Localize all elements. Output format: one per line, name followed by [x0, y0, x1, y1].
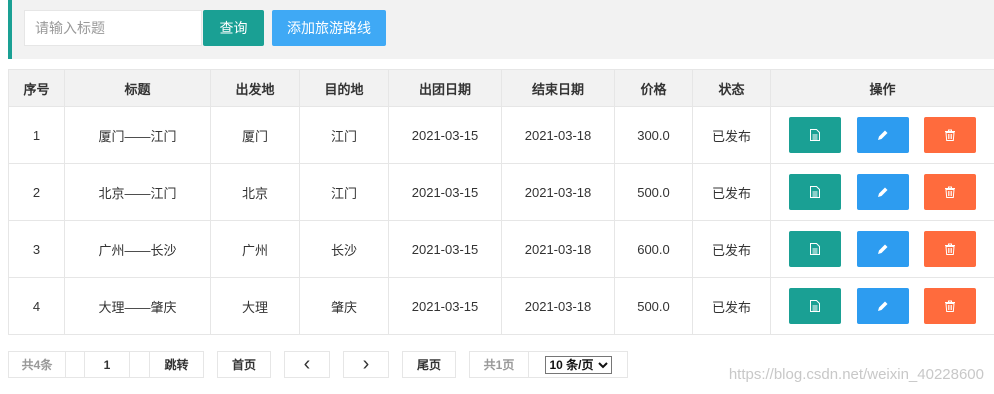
- cell-index: 1: [8, 106, 65, 164]
- view-button[interactable]: [788, 288, 841, 324]
- prev-page-button[interactable]: ‹: [284, 351, 330, 378]
- cell-to: 长沙: [299, 220, 389, 278]
- cell-end-date: 2021-03-18: [501, 277, 615, 335]
- col-header-title: 标题: [64, 69, 211, 107]
- pencil-icon: [877, 244, 887, 254]
- cell-from: 大理: [210, 277, 300, 335]
- cell-status: 已发布: [692, 163, 771, 221]
- cell-index: 2: [8, 163, 65, 221]
- col-header-index: 序号: [8, 69, 65, 107]
- page-size-select[interactable]: 10 条/页: [544, 355, 612, 374]
- routes-table: 序号 标题 出发地 目的地 出团日期 结束日期 价格 状态 操作 1 厦门——江…: [8, 69, 994, 335]
- col-header-end-date: 结束日期: [501, 69, 615, 107]
- delete-button[interactable]: [924, 231, 977, 267]
- cell-status: 已发布: [692, 220, 771, 278]
- cell-price: 300.0: [614, 106, 693, 164]
- col-header-start-date: 出团日期: [388, 69, 502, 107]
- edit-button[interactable]: [856, 231, 909, 267]
- total-pages: 共1页: [469, 351, 529, 378]
- cell-actions: [770, 106, 994, 164]
- cell-title: 厦门——江门: [64, 106, 211, 164]
- document-icon: [809, 129, 820, 141]
- edit-button[interactable]: [856, 117, 909, 153]
- page-number-input[interactable]: [84, 351, 130, 378]
- col-header-from: 出发地: [210, 69, 300, 107]
- table-header-row: 序号 标题 出发地 目的地 出团日期 结束日期 价格 状态 操作: [8, 69, 994, 107]
- cell-title: 北京——江门: [64, 163, 211, 221]
- cell-to: 肇庆: [299, 277, 389, 335]
- cell-to: 江门: [299, 163, 389, 221]
- trash-icon: [945, 186, 956, 198]
- first-page-button[interactable]: 首页: [217, 351, 271, 378]
- table-row: 4 大理——肇庆 大理 肇庆 2021-03-15 2021-03-18 500…: [8, 277, 994, 335]
- table-row: 2 北京——江门 北京 江门 2021-03-15 2021-03-18 500…: [8, 163, 994, 221]
- add-route-button[interactable]: 添加旅游路线: [272, 10, 386, 46]
- chevron-right-icon: ›: [362, 353, 370, 375]
- document-icon: [809, 186, 820, 198]
- cell-actions: [770, 163, 994, 221]
- pencil-icon: [877, 130, 887, 140]
- cell-status: 已发布: [692, 277, 771, 335]
- cell-start-date: 2021-03-15: [388, 220, 502, 278]
- cell-actions: [770, 277, 994, 335]
- col-header-price: 价格: [614, 69, 693, 107]
- pager-spacer: [65, 351, 85, 378]
- watermark: https://blog.csdn.net/weixin_40228600: [728, 366, 984, 383]
- delete-button[interactable]: [924, 288, 977, 324]
- cell-actions: [770, 220, 994, 278]
- cell-end-date: 2021-03-18: [501, 163, 615, 221]
- table-row: 1 厦门——江门 厦门 江门 2021-03-15 2021-03-18 300…: [8, 106, 994, 164]
- cell-price: 500.0: [614, 277, 693, 335]
- pagination: 共4条 跳转 首页 ‹ › 尾页 共1页 10 条/页: [8, 351, 628, 378]
- cell-start-date: 2021-03-15: [388, 106, 502, 164]
- edit-button[interactable]: [856, 174, 909, 210]
- cell-start-date: 2021-03-15: [388, 277, 502, 335]
- cell-from: 厦门: [210, 106, 300, 164]
- cell-start-date: 2021-03-15: [388, 163, 502, 221]
- pager-spacer: [130, 351, 150, 378]
- cell-end-date: 2021-03-18: [501, 220, 615, 278]
- cell-title: 大理——肇庆: [64, 277, 211, 335]
- trash-icon: [945, 129, 956, 141]
- pencil-icon: [877, 187, 887, 197]
- pencil-icon: [877, 301, 887, 311]
- document-icon: [809, 300, 820, 312]
- cell-from: 广州: [210, 220, 300, 278]
- cell-to: 江门: [299, 106, 389, 164]
- table-row: 3 广州——长沙 广州 长沙 2021-03-15 2021-03-18 600…: [8, 220, 994, 278]
- document-icon: [809, 243, 820, 255]
- last-page-button[interactable]: 尾页: [402, 351, 456, 378]
- cell-price: 600.0: [614, 220, 693, 278]
- chevron-left-icon: ‹: [303, 353, 311, 375]
- view-button[interactable]: [788, 174, 841, 210]
- edit-button[interactable]: [856, 288, 909, 324]
- col-header-to: 目的地: [299, 69, 389, 107]
- jump-button[interactable]: 跳转: [149, 351, 204, 378]
- cell-index: 3: [8, 220, 65, 278]
- search-bar: 查询 添加旅游路线: [8, 0, 994, 59]
- trash-icon: [945, 243, 956, 255]
- col-header-status: 状态: [692, 69, 771, 107]
- delete-button[interactable]: [924, 174, 977, 210]
- cell-status: 已发布: [692, 106, 771, 164]
- cell-end-date: 2021-03-18: [501, 106, 615, 164]
- delete-button[interactable]: [924, 117, 977, 153]
- total-count: 共4条: [8, 351, 66, 378]
- next-page-button[interactable]: ›: [343, 351, 389, 378]
- col-header-actions: 操作: [770, 69, 994, 107]
- trash-icon: [945, 300, 956, 312]
- view-button[interactable]: [788, 117, 841, 153]
- cell-index: 4: [8, 277, 65, 335]
- view-button[interactable]: [788, 231, 841, 267]
- cell-price: 500.0: [614, 163, 693, 221]
- page-size-wrapper: 10 条/页: [528, 351, 628, 378]
- search-input[interactable]: [24, 10, 202, 46]
- cell-from: 北京: [210, 163, 300, 221]
- cell-title: 广州——长沙: [64, 220, 211, 278]
- query-button[interactable]: 查询: [203, 10, 264, 46]
